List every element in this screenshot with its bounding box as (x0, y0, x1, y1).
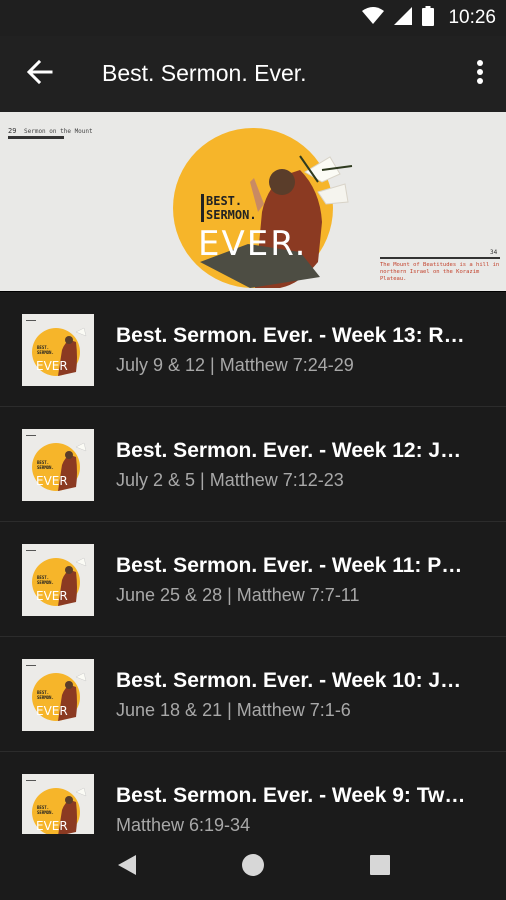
sermon-subtitle: Matthew 6:19-34 (116, 815, 251, 834)
overflow-menu-button[interactable] (468, 56, 492, 92)
svg-text:SERMON.: SERMON. (37, 350, 54, 355)
sermon-item-week-13[interactable]: BEST. SERMON. EVER Best. Sermon. Ever. -… (0, 292, 506, 407)
signal-icon (394, 6, 413, 30)
logo-line1: BEST. (206, 194, 242, 208)
back-button[interactable] (20, 56, 60, 92)
sermon-title: Best. Sermon. Ever. - Week 13: R… (116, 324, 465, 347)
nav-home-button[interactable] (235, 850, 271, 884)
sermon-subtitle: June 18 & 21 | Matthew 7:1-6 (116, 700, 351, 720)
sermon-thumbnail: BEST. SERMON. EVER (22, 314, 94, 386)
sermon-subtitle: June 25 & 28 | Matthew 7:7-11 (116, 585, 360, 605)
sermon-title: Best. Sermon. Ever. - Week 9: Tw… (116, 784, 466, 807)
status-bar: 10:26 (0, 0, 506, 36)
recents-square-icon (369, 854, 391, 881)
app-bar: Best. Sermon. Ever. (0, 36, 506, 112)
sermon-title: Best. Sermon. Ever. - Week 10: J… (116, 669, 462, 692)
more-vertical-icon (476, 59, 484, 90)
sermon-thumbnail: BEST. SERMON. EVER (22, 774, 94, 834)
sermon-title: Best. Sermon. Ever. - Week 12: J… (116, 439, 462, 462)
arrow-left-icon (26, 59, 53, 89)
sermon-item-week-10[interactable]: BEST. SERMON. EVER Best. Sermon. Ever. -… (0, 637, 506, 752)
figure-head (269, 169, 295, 195)
system-nav-bar (0, 834, 506, 900)
home-circle-icon (241, 853, 265, 882)
svg-text:SERMON.: SERMON. (37, 695, 54, 700)
nav-recents-button[interactable] (362, 850, 398, 884)
status-time: 10:26 (448, 7, 496, 28)
series-label-text: Sermon on the Mount (24, 128, 93, 135)
series-banner: 29 Sermon on the Mount BEST. SERMON. EVE… (0, 112, 506, 292)
nav-back-button[interactable] (109, 850, 145, 884)
battery-icon (422, 5, 435, 31)
sermon-list: BEST. SERMON. EVER Best. Sermon. Ever. -… (0, 292, 506, 834)
sermon-title: Best. Sermon. Ever. - Week 11: P… (116, 554, 463, 577)
sermon-item-week-11[interactable]: BEST. SERMON. EVER Best. Sermon. Ever. -… (0, 522, 506, 637)
logo-line2: SERMON. (206, 208, 257, 222)
sermon-subtitle: July 2 & 5 | Matthew 7:12-23 (116, 470, 344, 490)
svg-text:SERMON.: SERMON. (37, 810, 54, 815)
sermon-thumbnail: BEST. SERMON. EVER (22, 429, 94, 501)
sermon-item-week-9[interactable]: BEST. SERMON. EVER Best. Sermon. Ever. -… (0, 752, 506, 834)
svg-text:SERMON.: SERMON. (37, 580, 54, 585)
page-title: Best. Sermon. Ever. (102, 60, 307, 86)
sermon-subtitle: July 9 & 12 | Matthew 7:24-29 (116, 355, 354, 375)
sermon-thumbnail: BEST. SERMON. EVER (22, 544, 94, 616)
svg-text:EVER: EVER (36, 359, 68, 373)
wifi-icon (362, 6, 385, 30)
svg-text:SERMON.: SERMON. (37, 465, 54, 470)
logo-line3: EVER. (198, 224, 307, 264)
sermon-thumbnail: BEST. SERMON. EVER (22, 659, 94, 731)
banner-caption: The Mount of Beatitudes is a hill in nor… (380, 262, 500, 282)
page-number-text: 34 (490, 249, 498, 256)
svg-text:EVER: EVER (36, 589, 68, 603)
sermon-item-week-12[interactable]: BEST. SERMON. EVER Best. Sermon. Ever. -… (0, 407, 506, 522)
svg-text:EVER: EVER (36, 704, 68, 718)
back-triangle-icon (116, 853, 138, 882)
svg-text:EVER: EVER (36, 474, 68, 488)
svg-text:EVER: EVER (36, 819, 68, 833)
series-number-text: 29 (8, 127, 16, 135)
